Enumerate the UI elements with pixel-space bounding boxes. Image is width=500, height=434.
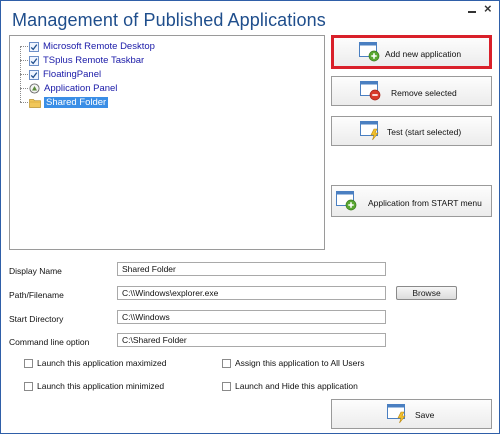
- window-add-icon: [359, 42, 381, 64]
- application-tree[interactable]: Microsoft Remote Desktop TSplus Remote T…: [9, 35, 325, 250]
- application-from-start-menu-label: Application from START menu: [368, 198, 482, 208]
- tree-item-label: Shared Folder: [44, 97, 109, 108]
- launch-minimized-checkbox[interactable]: Launch this application minimized: [24, 381, 164, 391]
- remove-selected-button[interactable]: Remove selected: [331, 76, 492, 106]
- minimize-button[interactable]: [467, 3, 477, 13]
- checkbox-checked-icon: [29, 55, 39, 66]
- folder-icon: [29, 98, 41, 108]
- checkbox-checked-icon: [29, 69, 39, 80]
- add-new-application-button[interactable]: Add new application: [331, 35, 492, 69]
- checkbox-box[interactable]: [222, 358, 231, 368]
- start-directory-field[interactable]: C:\\Windows: [117, 310, 386, 324]
- window-test-icon: [360, 121, 382, 143]
- tree-item-shared-folder[interactable]: Shared Folder: [20, 96, 109, 109]
- save-button[interactable]: Save: [331, 399, 492, 429]
- tree-item-tsplus-remote-taskbar[interactable]: TSplus Remote Taskbar: [20, 54, 144, 67]
- tree-item-floatingpanel[interactable]: FloatingPanel: [20, 68, 101, 81]
- tree-item-label: FloatingPanel: [43, 69, 102, 80]
- assign-all-users-label: Assign this application to All Users: [235, 358, 365, 368]
- command-line-option-label: Command line option: [9, 337, 90, 347]
- window-start-menu-icon: [336, 191, 358, 213]
- window-title: Management of Published Applications: [12, 10, 326, 30]
- window-remove-icon: [360, 81, 382, 103]
- application-panel-icon: [29, 83, 40, 94]
- save-label: Save: [415, 410, 435, 420]
- test-start-selected-label: Test (start selected): [387, 127, 462, 137]
- display-name-field[interactable]: Shared Folder: [117, 262, 386, 276]
- start-directory-label: Start Directory: [9, 314, 64, 324]
- tree-item-label: Microsoft Remote Desktop: [43, 41, 155, 52]
- tree-item-microsoft-remote-desktop[interactable]: Microsoft Remote Desktop: [20, 40, 155, 53]
- checkbox-checked-icon: [29, 41, 39, 52]
- path-filename-label: Path/Filename: [9, 290, 64, 300]
- launch-minimized-label: Launch this application minimized: [37, 381, 165, 391]
- checkbox-box[interactable]: [24, 381, 33, 391]
- assign-all-users-checkbox[interactable]: Assign this application to All Users: [222, 358, 364, 368]
- launch-hide-checkbox[interactable]: Launch and Hide this application: [222, 381, 358, 391]
- display-name-label: Display Name: [9, 266, 62, 276]
- browse-button[interactable]: Browse: [396, 286, 457, 300]
- remove-selected-label: Remove selected: [391, 88, 457, 98]
- tree-item-application-panel[interactable]: Application Panel: [20, 82, 117, 95]
- checkbox-box[interactable]: [24, 358, 33, 368]
- launch-hide-label: Launch and Hide this application: [235, 381, 358, 391]
- command-line-option-field[interactable]: C:\Shared Folder: [117, 333, 386, 347]
- app-window: Management of Published Applications × M…: [0, 0, 500, 434]
- tree-item-label: Application Panel: [44, 83, 118, 94]
- test-start-selected-button[interactable]: Test (start selected): [331, 116, 492, 146]
- launch-maximized-checkbox[interactable]: Launch this application maximized: [24, 358, 166, 368]
- path-filename-field[interactable]: C:\\Windows\explorer.exe: [117, 286, 386, 300]
- application-from-start-menu-button[interactable]: Application from START menu: [331, 185, 492, 217]
- launch-maximized-label: Launch this application maximized: [37, 358, 167, 368]
- close-button[interactable]: ×: [484, 1, 492, 16]
- save-icon: [387, 404, 409, 426]
- checkbox-box[interactable]: [222, 381, 231, 391]
- add-new-application-label: Add new application: [385, 49, 462, 59]
- tree-item-label: TSplus Remote Taskbar: [43, 55, 145, 66]
